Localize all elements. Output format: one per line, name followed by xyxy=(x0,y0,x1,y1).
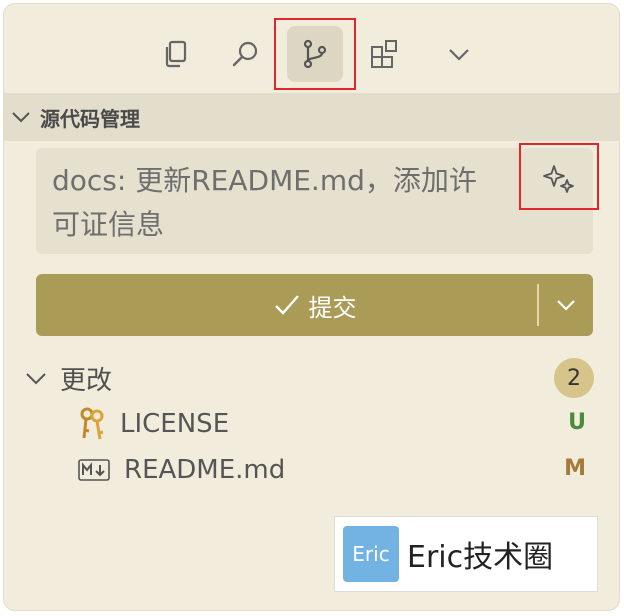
source-control-button[interactable] xyxy=(287,26,343,82)
sparkle-icon xyxy=(543,165,574,193)
source-control-section-header[interactable]: 源代码管理 xyxy=(4,93,619,141)
markdown-icon xyxy=(78,459,110,481)
file-item-readme[interactable]: README.md M xyxy=(78,448,594,492)
watermark-logo: Eric xyxy=(343,526,399,582)
copy-icon xyxy=(165,40,187,68)
file-item-license[interactable]: LICENSE U xyxy=(78,402,594,446)
explorer-button[interactable] xyxy=(147,26,203,82)
changes-title: 更改 xyxy=(60,365,113,396)
source-control-icon xyxy=(303,39,327,69)
commit-message-text: docs: 更新README.md，添加许可证信息 xyxy=(52,164,477,241)
section-title: 源代码管理 xyxy=(40,106,140,131)
commit-button[interactable]: 提交 xyxy=(36,274,537,336)
chevron-down-icon xyxy=(12,112,30,123)
search-button[interactable] xyxy=(217,26,273,82)
file-status-untracked: U xyxy=(568,410,586,435)
license-key-icon xyxy=(80,407,104,440)
view-switcher-toolbar xyxy=(4,4,619,92)
changes-group-header[interactable]: 更改 2 xyxy=(24,356,594,400)
commit-message-input[interactable]: docs: 更新README.md，添加许可证信息 xyxy=(36,148,593,254)
changes-count-badge: 2 xyxy=(554,358,594,398)
commit-options-button[interactable] xyxy=(539,274,593,336)
commit-button-group: 提交 xyxy=(36,274,593,336)
file-name: LICENSE xyxy=(120,409,230,439)
chevron-down-icon xyxy=(449,49,469,61)
chevron-down-icon xyxy=(557,300,575,311)
file-name: README.md xyxy=(124,455,286,485)
check-icon xyxy=(274,295,299,315)
generate-message-button[interactable] xyxy=(539,160,579,204)
extensions-button[interactable] xyxy=(357,26,413,82)
commit-button-label: 提交 xyxy=(308,293,357,322)
chevron-down-icon xyxy=(26,373,46,385)
more-views-button[interactable] xyxy=(431,26,487,82)
search-icon xyxy=(232,41,258,67)
file-status-modified: M xyxy=(564,456,586,481)
watermark-text: Eric技术圈 xyxy=(407,540,554,575)
watermark: Eric Eric技术圈 xyxy=(334,516,598,592)
extensions-icon xyxy=(371,40,397,68)
